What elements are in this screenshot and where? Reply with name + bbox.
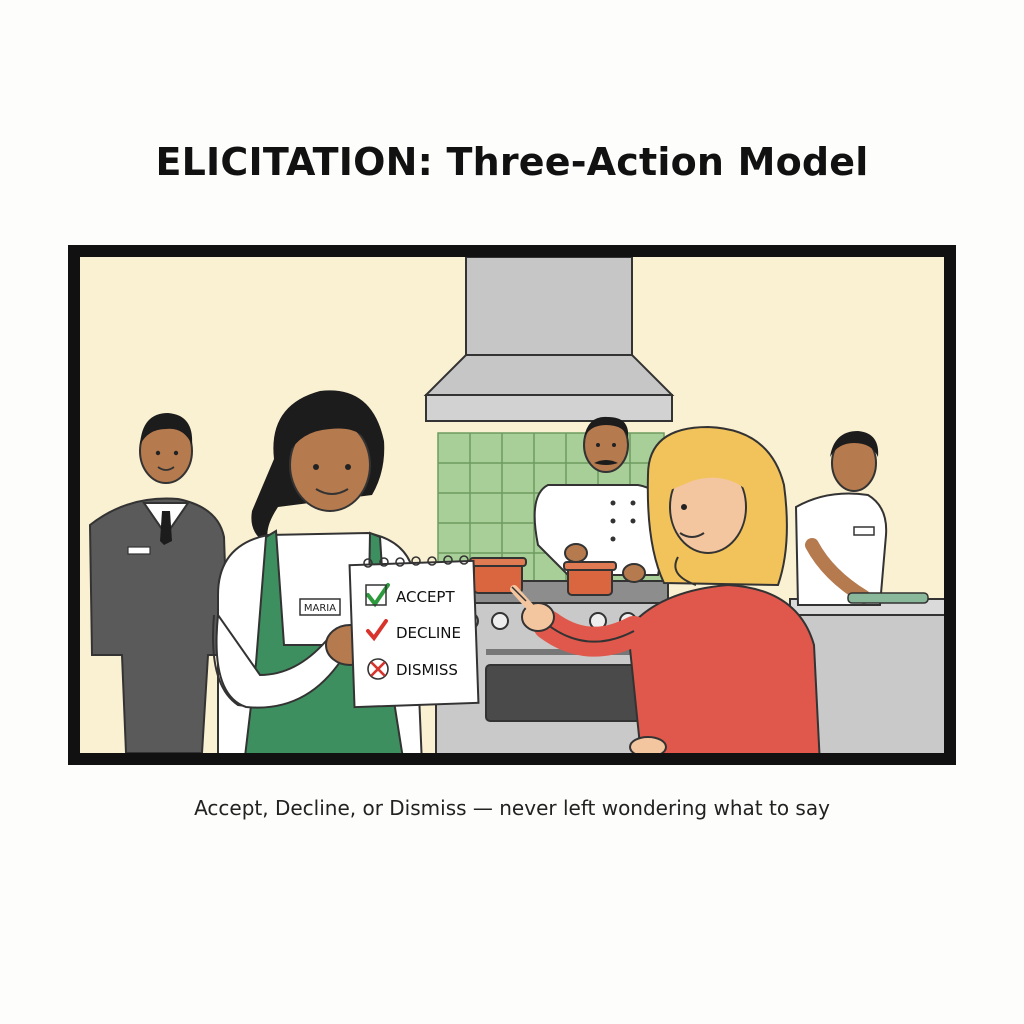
kitchen-illustration: MARIA ACCEPT DECLINE DISMISS <box>68 245 956 765</box>
name-tag-text: MARIA <box>304 603 336 614</box>
caption: Accept, Decline, or Dismiss — never left… <box>194 796 830 820</box>
svg-text:DECLINE: DECLINE <box>396 624 461 642</box>
svg-text:ACCEPT: ACCEPT <box>396 588 455 606</box>
pot-right <box>563 561 617 596</box>
page-title: ELICITATION: Three-Action Model <box>155 140 869 184</box>
decision-notepad: ACCEPT DECLINE DISMISS <box>348 555 480 709</box>
svg-text:DISMISS: DISMISS <box>396 661 458 679</box>
